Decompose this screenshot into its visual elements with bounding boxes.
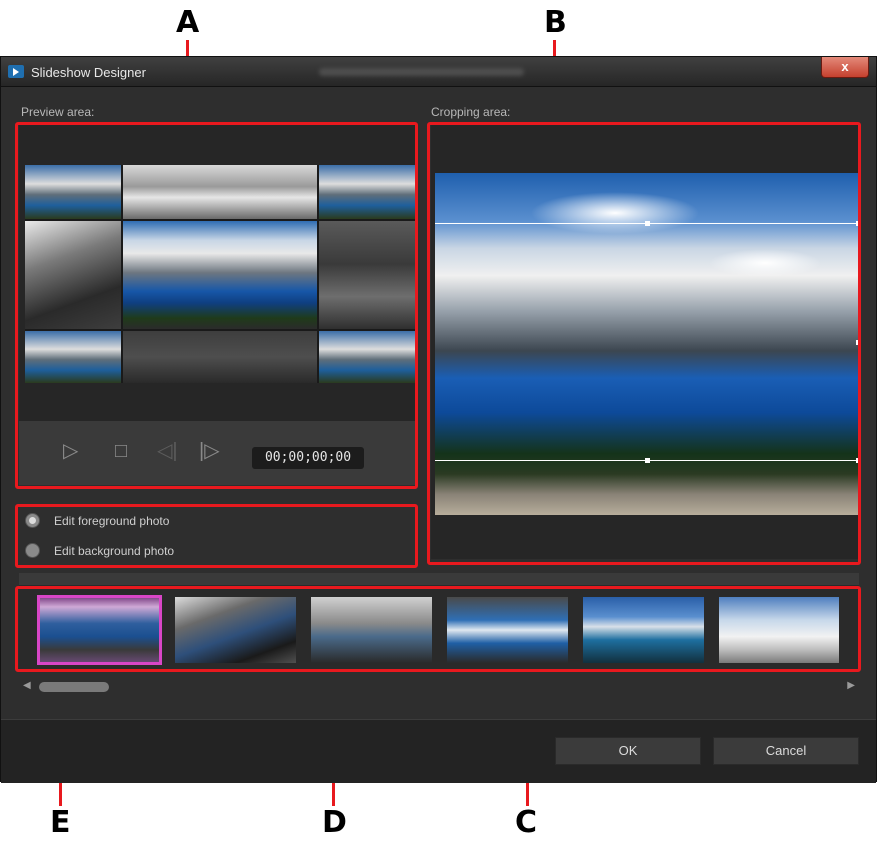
scroll-right-icon[interactable]: ▶	[847, 680, 855, 691]
thumbnail-strip-header	[19, 573, 859, 585]
callout-e: E	[50, 805, 71, 840]
highlight-box-d	[15, 504, 418, 568]
callout-b: B	[544, 5, 567, 40]
preview-area-label: Preview area:	[21, 105, 95, 119]
blurred-title-text	[319, 68, 524, 76]
scroll-thumb[interactable]	[39, 682, 109, 692]
callout-d: D	[322, 805, 347, 840]
ok-button[interactable]: OK	[555, 737, 701, 765]
callout-c: C	[515, 805, 538, 840]
title-bar[interactable]: Slideshow Designer x	[1, 57, 876, 87]
cropping-area-label: Cropping area:	[431, 105, 511, 119]
cancel-button[interactable]: Cancel	[713, 737, 859, 765]
highlight-box-a	[15, 122, 418, 489]
callout-a: A	[176, 5, 200, 40]
close-button[interactable]: x	[821, 57, 869, 78]
scroll-left-icon[interactable]: ◀	[23, 680, 31, 691]
window-title: Slideshow Designer	[31, 65, 146, 80]
app-icon	[8, 65, 24, 78]
thumbnail-scrollbar[interactable]: ◀ ▶	[19, 679, 859, 695]
highlight-box-b	[427, 122, 861, 565]
highlight-box-c	[15, 586, 861, 672]
